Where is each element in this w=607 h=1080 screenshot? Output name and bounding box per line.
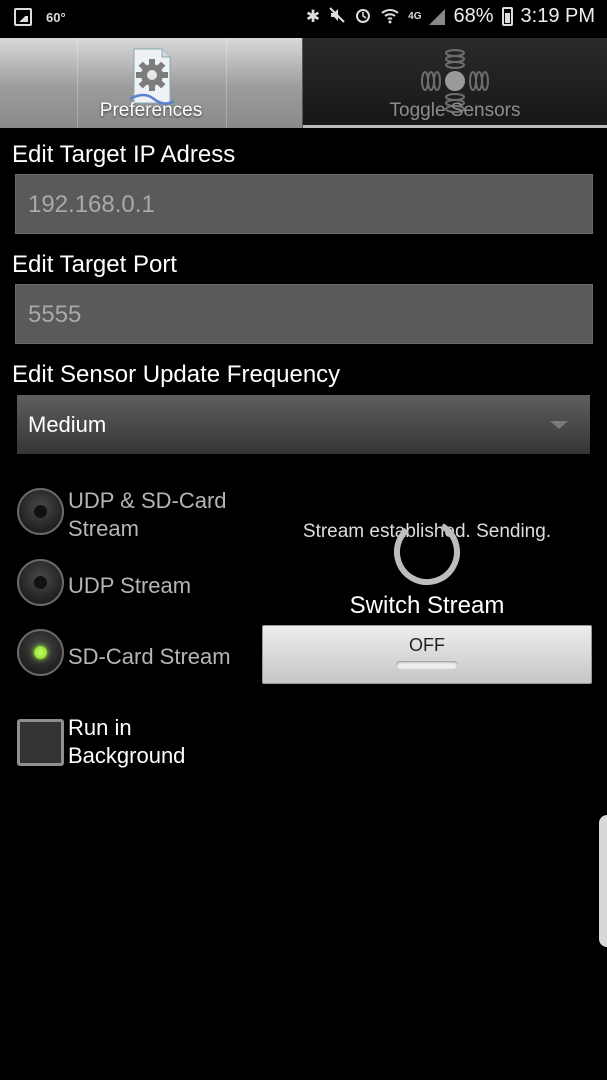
- switch-stream-label: Switch Stream: [349, 592, 505, 619]
- status-bar: 60° ✱ 4G 68% 3:19 PM: [0, 0, 607, 38]
- stream-toggle-button[interactable]: OFF: [262, 625, 592, 684]
- tab-divider: [303, 125, 607, 128]
- frequency-label: Edit Sensor Update Frequency: [12, 361, 341, 388]
- signal-icon: [429, 8, 446, 25]
- radio-udp[interactable]: [17, 559, 64, 606]
- radio-udp-sd-card-label: UDP & SD-Card Stream: [68, 488, 227, 541]
- tab-toggle-sensors-label: Toggle Sensors: [389, 100, 521, 121]
- image-icon: [14, 8, 32, 26]
- ip-label: Edit Target IP Adress: [12, 141, 236, 168]
- radio-udp-sd-card[interactable]: [17, 488, 64, 535]
- port-field[interactable]: 5555: [15, 284, 593, 344]
- temperature: 60°: [46, 9, 66, 25]
- clock: 3:19 PM: [520, 5, 595, 27]
- port-label: Edit Target Port: [12, 251, 177, 278]
- tab-preferences-label: Preferences: [99, 100, 203, 121]
- alarm-icon: [354, 6, 372, 27]
- tab-preferences[interactable]: Preferences: [0, 38, 303, 128]
- battery-icon: [501, 7, 513, 26]
- frequency-value: Medium: [28, 412, 107, 437]
- bluetooth-icon: ✱: [305, 7, 321, 26]
- mute-icon: [328, 6, 346, 27]
- ip-field[interactable]: 192.168.0.1: [15, 174, 593, 234]
- radio-sd-card-label: SD-Card Stream: [68, 644, 231, 669]
- toggle-indicator: [396, 661, 458, 669]
- edge-panel-handle[interactable]: [599, 815, 607, 947]
- run-in-background-label: Run in Background: [68, 715, 186, 768]
- dropdown-arrow-icon: [550, 421, 568, 429]
- tab-bar: Preferences Toggle Sensors: [0, 38, 607, 128]
- tab-toggle-sensors[interactable]: Toggle Sensors: [303, 38, 607, 128]
- wifi-icon: [380, 6, 400, 27]
- radio-sd-card[interactable]: [17, 629, 64, 676]
- run-in-background-checkbox[interactable]: [17, 719, 64, 766]
- frequency-spinner[interactable]: Medium: [17, 395, 590, 454]
- network-type: 4G: [408, 11, 422, 22]
- battery-percent: 68%: [453, 5, 494, 27]
- radio-udp-label: UDP Stream: [68, 573, 192, 598]
- toggle-state-text: OFF: [409, 635, 445, 655]
- progress-spinner-icon: [394, 519, 460, 585]
